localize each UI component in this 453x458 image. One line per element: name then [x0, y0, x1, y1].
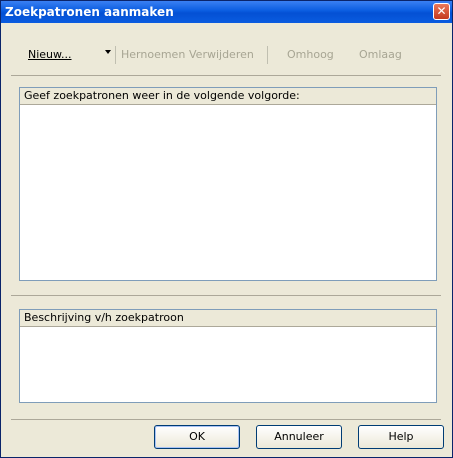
pattern-list-header: Geef zoekpatronen weer in de volgende vo… — [20, 88, 436, 105]
ok-button[interactable]: OK — [154, 425, 240, 449]
window-title: Zoekpatronen aanmaken — [5, 5, 174, 19]
description-panel[interactable]: Beschrijving v/h zoekpatroon — [19, 309, 437, 403]
toolbar-separator — [115, 46, 116, 64]
title-bar[interactable]: Zoekpatronen aanmaken ✕ — [1, 1, 452, 23]
move-up-button[interactable]: Omhoog — [287, 48, 334, 61]
footer-divider — [11, 419, 441, 420]
toolbar-divider — [11, 75, 441, 76]
panel-divider — [11, 295, 441, 296]
description-header: Beschrijving v/h zoekpatroon — [20, 310, 436, 327]
toolbar-separator — [267, 46, 268, 64]
pattern-list-panel[interactable]: Geef zoekpatronen weer in de volgende vo… — [19, 87, 437, 281]
move-down-button[interactable]: Omlaag — [359, 48, 402, 61]
help-button[interactable]: Help — [358, 425, 444, 449]
new-button[interactable]: Nieuw... — [28, 48, 72, 61]
toolbar: Nieuw... Hernoemen Verwijderen Omhoog Om… — [9, 45, 439, 65]
cancel-button[interactable]: Annuleer — [256, 425, 342, 449]
dialog-window: Zoekpatronen aanmaken ✕ Nieuw... Hernoem… — [0, 0, 453, 458]
chevron-down-icon[interactable] — [105, 50, 111, 54]
close-icon: ✕ — [436, 4, 447, 18]
close-button[interactable]: ✕ — [433, 3, 450, 20]
rename-button[interactable]: Hernoemen — [121, 48, 185, 61]
delete-button[interactable]: Verwijderen — [189, 48, 254, 61]
